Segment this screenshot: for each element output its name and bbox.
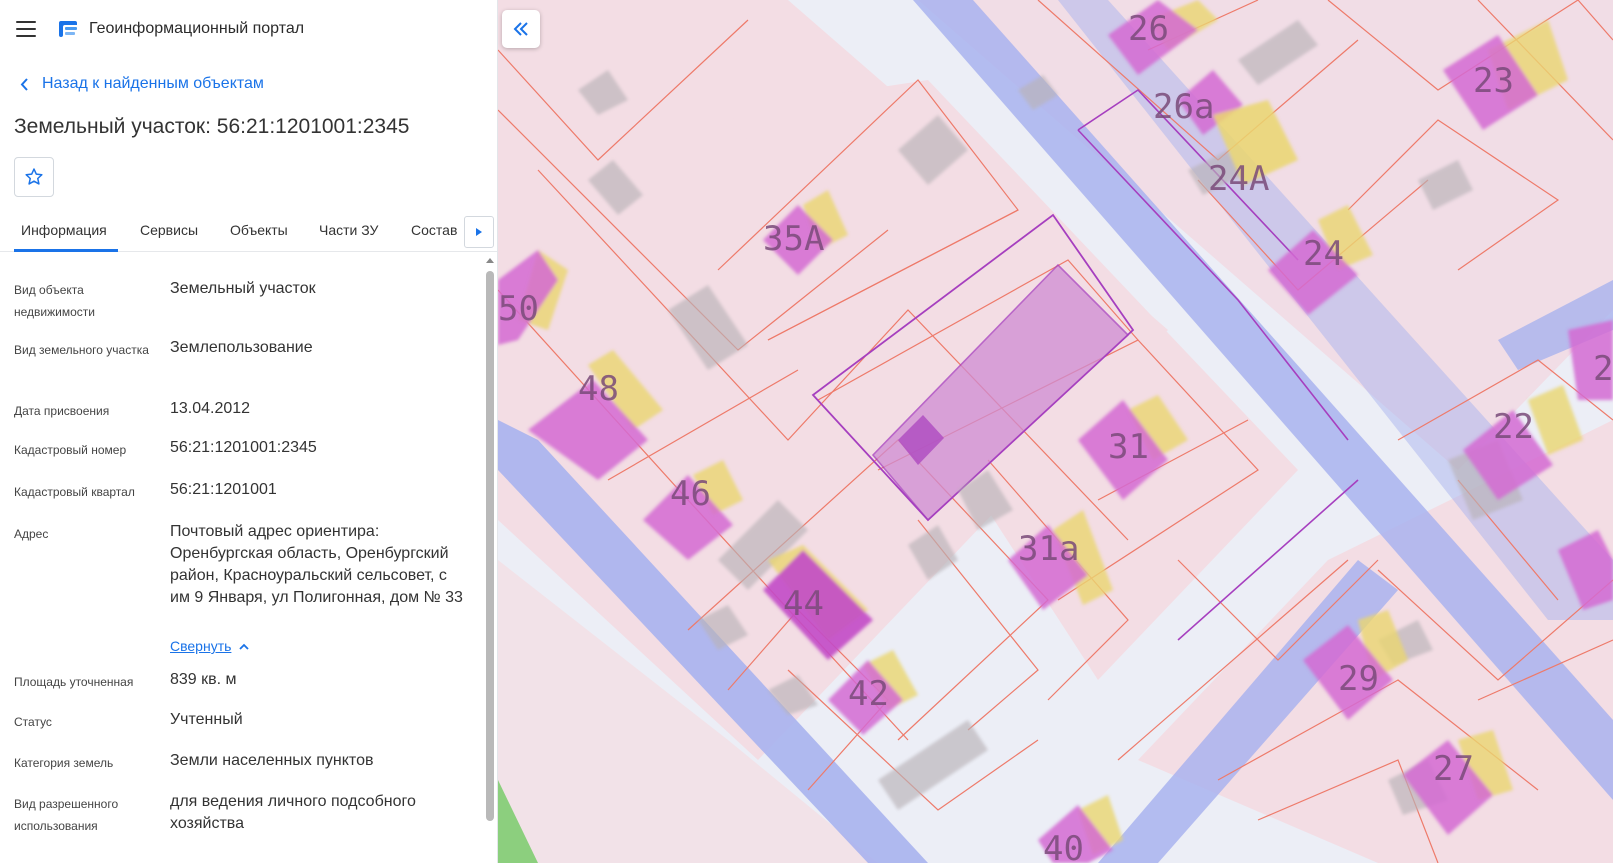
property-value: Земли населенных пунктов xyxy=(170,752,374,769)
collapse-address-link[interactable]: Свернуть xyxy=(170,638,250,654)
property-label: Площадь уточненная xyxy=(14,675,134,689)
chevron-left-icon xyxy=(20,77,28,91)
property-label: Вид объекта недвижимости xyxy=(14,283,95,319)
property-label: Статус xyxy=(14,715,52,729)
property-value: 13.04.2012 xyxy=(170,400,251,417)
property-value: 56:21:1201001:2345 xyxy=(170,439,317,456)
portal-logo-icon xyxy=(59,21,77,37)
panel-scrollbar-thumb[interactable] xyxy=(486,271,494,821)
building-number: 40 xyxy=(1043,829,1084,863)
building-number: 24А xyxy=(1208,159,1269,199)
top-bar: Геоинформационный портал xyxy=(0,0,497,60)
map-canvas[interactable]: 26 23 26а 24А 35А 24 50 48 31 22 46 31а … xyxy=(498,0,1613,863)
app-title: Геоинформационный портал xyxy=(89,20,305,37)
building-number: 27 xyxy=(1433,749,1474,789)
property-label: Адрес xyxy=(14,527,49,541)
building-number: 31 xyxy=(1108,427,1149,467)
info-panel: Геоинформационный портал Назад к найденн… xyxy=(0,0,498,863)
building-number: 42 xyxy=(848,674,889,714)
property-value: для ведения личного подсобного хозяйства xyxy=(170,793,416,832)
building-number: 23 xyxy=(1473,61,1514,101)
building-number: 35А xyxy=(763,219,824,259)
property-label: Кадастровый квартал xyxy=(14,485,135,499)
tab-services[interactable]: Сервисы xyxy=(140,222,198,238)
tab-composition[interactable]: Состав xyxy=(411,222,457,238)
property-label: Вид разрешенного использования xyxy=(14,797,119,833)
building-number: 29 xyxy=(1338,659,1379,699)
building-number: 26а xyxy=(1153,87,1214,127)
building-number: 22 xyxy=(1493,407,1534,447)
building-number: 44 xyxy=(783,584,824,624)
building-number: 26 xyxy=(1128,9,1169,49)
building-number: 46 xyxy=(670,474,711,514)
building-number: 50 xyxy=(498,289,539,329)
scroll-up-arrow-icon[interactable] xyxy=(486,258,494,263)
tab-objects[interactable]: Объекты xyxy=(230,222,288,238)
tab-parts[interactable]: Части ЗУ xyxy=(319,222,378,238)
property-value: 56:21:1201001 xyxy=(170,481,277,498)
favorite-button[interactable] xyxy=(14,157,54,197)
property-label: Кадастровый номер xyxy=(14,443,127,457)
tab-info[interactable]: Информация xyxy=(21,222,107,238)
building-number: 2 xyxy=(1593,349,1613,389)
double-chevron-left-icon xyxy=(513,22,528,36)
collapse-panel-button[interactable] xyxy=(502,10,540,48)
chevron-up-icon xyxy=(239,643,250,650)
back-link-label: Назад к найденным объектам xyxy=(42,75,264,92)
property-value: Земельный участок xyxy=(170,280,316,297)
active-tab-indicator xyxy=(14,249,118,252)
tabs-scroll-right-button[interactable] xyxy=(464,216,494,248)
property-label: Вид земельного участка xyxy=(14,343,149,357)
cadastral-map[interactable]: 26 23 26а 24А 35А 24 50 48 31 22 46 31а … xyxy=(498,0,1613,863)
property-label: Категория земель xyxy=(14,756,114,770)
collapse-label: Свернуть xyxy=(170,638,232,654)
object-title: Земельный участок: 56:21:1201001:2345 xyxy=(14,115,410,138)
property-label: Дата присвоения xyxy=(14,404,110,418)
back-to-results-link[interactable]: Назад к найденным объектам xyxy=(20,75,264,93)
building-number: 48 xyxy=(578,369,619,409)
property-value: Землепользование xyxy=(170,339,313,356)
property-value: Учтенный xyxy=(170,711,243,728)
star-icon xyxy=(25,168,43,185)
caret-right-icon xyxy=(476,228,482,236)
building-number: 31а xyxy=(1018,529,1079,569)
tabs-bar: Информация Сервисы Объекты Части ЗУ Сост… xyxy=(0,210,497,252)
building-number: 24 xyxy=(1303,234,1344,274)
menu-icon[interactable] xyxy=(16,21,36,37)
property-value: 839 кв. м xyxy=(170,671,237,688)
address-value: Почтовый адрес ориентира: Оренбургская о… xyxy=(170,523,463,606)
